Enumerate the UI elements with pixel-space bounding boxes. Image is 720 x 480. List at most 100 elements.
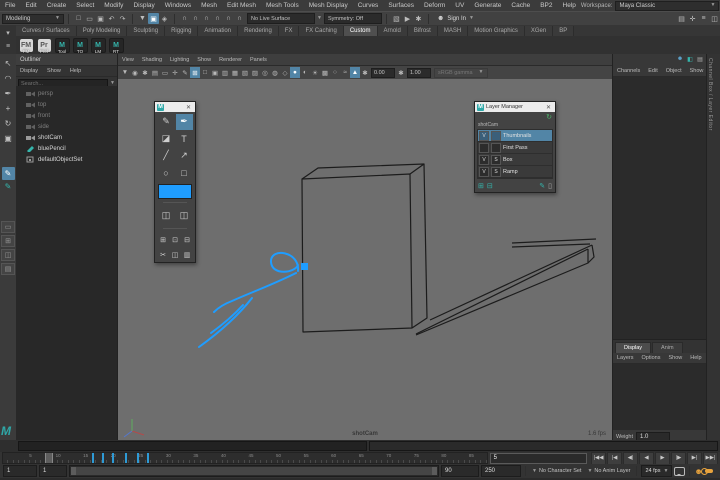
menu-deform[interactable]: Deform — [419, 2, 450, 9]
outliner-item-side[interactable]: side — [16, 121, 117, 132]
shelf-tab-fx[interactable]: FX — [279, 26, 300, 36]
pan-zoom-icon[interactable]: ✛ — [170, 67, 180, 78]
time-slider[interactable]: 510152025303540455055606570758085 — [2, 452, 488, 464]
paint-select-tool[interactable]: ✒ — [2, 87, 15, 100]
onion-next-icon[interactable]: ◫ — [176, 208, 193, 224]
tool-settings-toggle-icon[interactable]: ✛ — [687, 13, 698, 24]
live-surface-field[interactable]: No Live Surface — [247, 13, 315, 24]
duplicate-frame-icon[interactable]: ⊡ — [170, 234, 181, 246]
blue-pencil-key-tick[interactable] — [147, 453, 149, 463]
attribute-editor-toggle-icon[interactable]: ≡ — [698, 13, 709, 24]
viewport-menu-renderer[interactable]: Renderer — [215, 57, 246, 63]
visibility-checkbox[interactable]: V — [479, 131, 489, 141]
snap-to-view-plane-icon[interactable]: ∩ — [223, 13, 234, 24]
close-icon[interactable]: ✕ — [184, 104, 193, 111]
outliner-menu-display[interactable]: Display — [16, 68, 42, 74]
paste-frames-icon[interactable]: ▥ — [182, 249, 193, 261]
select-component-icon[interactable]: ◈ — [159, 13, 170, 24]
outliner-item-top[interactable]: top — [16, 99, 117, 110]
undo-icon[interactable]: ↶ — [106, 13, 117, 24]
line-tool[interactable]: ╱ — [158, 148, 175, 164]
grease-pencil-icon[interactable]: ✎ — [180, 67, 190, 78]
workspace-dropdown[interactable]: Maya Classic ▼ — [615, 1, 719, 11]
menu-cache[interactable]: Cache — [506, 2, 535, 9]
maya-logo-icon[interactable]: M — [1, 424, 11, 438]
blue-pencil-brush-tool[interactable]: ✎ — [2, 167, 15, 180]
menu-generate[interactable]: Generate — [469, 2, 506, 9]
shadows-icon[interactable]: ▩ — [320, 67, 330, 78]
layer-row-box[interactable]: VSBox — [478, 154, 552, 165]
circle-tool[interactable]: ○ — [158, 165, 175, 181]
isolate-select-icon[interactable]: ◎ — [260, 67, 270, 78]
layer-editor-menu-layers[interactable]: Layers — [613, 355, 638, 361]
shelf-tab-rigging[interactable]: Rigging — [165, 26, 198, 36]
visibility-checkbox[interactable] — [479, 143, 489, 153]
image-plane-icon[interactable]: ▭ — [160, 67, 170, 78]
merge-layer-icon[interactable]: ⊟ — [487, 182, 493, 190]
viewport-menu-lighting[interactable]: Lighting — [166, 57, 193, 63]
chevron-down-icon[interactable]: ▼ — [317, 16, 322, 21]
paint-panel-icon[interactable]: ▤ — [696, 55, 704, 63]
layer-editor-menu-help[interactable]: Help — [686, 355, 705, 361]
menu-curves[interactable]: Curves — [353, 2, 384, 9]
auto-key-icon[interactable] — [705, 469, 713, 473]
redo-icon[interactable]: ↷ — [117, 13, 128, 24]
solo-checkbox[interactable]: S — [491, 167, 501, 177]
close-icon[interactable]: ✕ — [544, 104, 553, 111]
shelf-tab-curves-surfaces[interactable]: Curves / Surfaces — [16, 26, 77, 36]
sign-in-button[interactable]: ☻ Sign In ▼ — [433, 15, 478, 22]
menu-modify[interactable]: Modify — [99, 2, 128, 9]
layer-row-thumbnails[interactable]: VThumbnails — [478, 130, 552, 141]
play-backwards-button[interactable]: ◀ — [639, 452, 654, 465]
render-view-icon[interactable]: ▧ — [391, 13, 402, 24]
outliner-item-persp[interactable]: persp — [16, 88, 117, 99]
hypershade-layout-button[interactable]: ▤ — [1, 263, 15, 275]
viewport-menu-panels[interactable]: Panels — [246, 57, 271, 63]
film-gate-icon[interactable]: □ — [200, 67, 210, 78]
select-object-icon[interactable]: ▣ — [148, 13, 159, 24]
channel-box-menu-object[interactable]: Object — [662, 68, 686, 74]
exposure-icon[interactable]: ✱ — [360, 67, 370, 78]
snap-to-curve-icon[interactable]: ∩ — [190, 13, 201, 24]
shelf-tab-arnold[interactable]: Arnold — [378, 26, 408, 36]
viewport-menu-show[interactable]: Show — [193, 57, 215, 63]
shelf-tab-xgen[interactable]: XGen — [525, 26, 553, 36]
resolution-gate-icon[interactable]: ▣ — [210, 67, 220, 78]
menu-bp2[interactable]: BP2 — [535, 2, 557, 9]
menu-edit-mesh[interactable]: Edit Mesh — [222, 2, 261, 9]
current-time-indicator[interactable] — [45, 453, 53, 463]
safe-title-icon[interactable]: ▨ — [250, 67, 260, 78]
shelf-tab-bifrost[interactable]: Bifrost — [408, 26, 438, 36]
outliner-item-bluepencil[interactable]: bluePencil — [16, 143, 117, 154]
new-layer-icon[interactable]: ⊞ — [478, 182, 484, 190]
layer-row-first-pass[interactable]: First Pass — [478, 142, 552, 153]
play-forwards-button[interactable]: ▶ — [655, 452, 670, 465]
menu-mesh-tools[interactable]: Mesh Tools — [261, 2, 304, 9]
animation-end-field[interactable]: 250 — [481, 465, 521, 477]
shelf-tab-bp[interactable]: BP — [553, 26, 574, 36]
blue-pencil-titlebar[interactable]: M ✕ — [155, 102, 195, 112]
anim-panel-icon[interactable]: ◧ — [686, 55, 694, 63]
visibility-checkbox[interactable]: V — [479, 167, 489, 177]
animation-start-field[interactable]: 1 — [3, 465, 37, 477]
bookmark-icon[interactable]: ▤ — [150, 67, 160, 78]
select-camera-icon[interactable]: ▼ — [120, 67, 130, 78]
add-frame-icon[interactable]: ⊞ — [158, 234, 169, 246]
select-hierarchy-icon[interactable]: ▼ — [137, 13, 148, 24]
persp-outliner-layout-button[interactable]: ◫ — [1, 249, 15, 261]
snap-to-point-icon[interactable]: ∩ — [201, 13, 212, 24]
blue-pencil-key-tick[interactable] — [112, 453, 114, 463]
range-start-handle[interactable] — [71, 467, 76, 475]
rotate-tool[interactable]: ↻ — [2, 117, 15, 130]
shaded-icon[interactable]: ● — [290, 67, 300, 78]
lights-icon[interactable]: ☀ — [310, 67, 320, 78]
snap-to-projected-center-icon[interactable]: ∩ — [212, 13, 223, 24]
menu-surfaces[interactable]: Surfaces — [383, 2, 419, 9]
move-tool[interactable]: + — [2, 102, 15, 115]
layer-editor-menu-show[interactable]: Show — [664, 355, 686, 361]
exposure-field[interactable]: 0.00 — [371, 68, 395, 78]
rectangle-tool[interactable]: □ — [176, 165, 193, 181]
shelf-tab-mash[interactable]: MASH — [438, 26, 468, 36]
refresh-icon[interactable]: ↻ — [546, 113, 552, 121]
xray-icon[interactable]: ◍ — [270, 67, 280, 78]
